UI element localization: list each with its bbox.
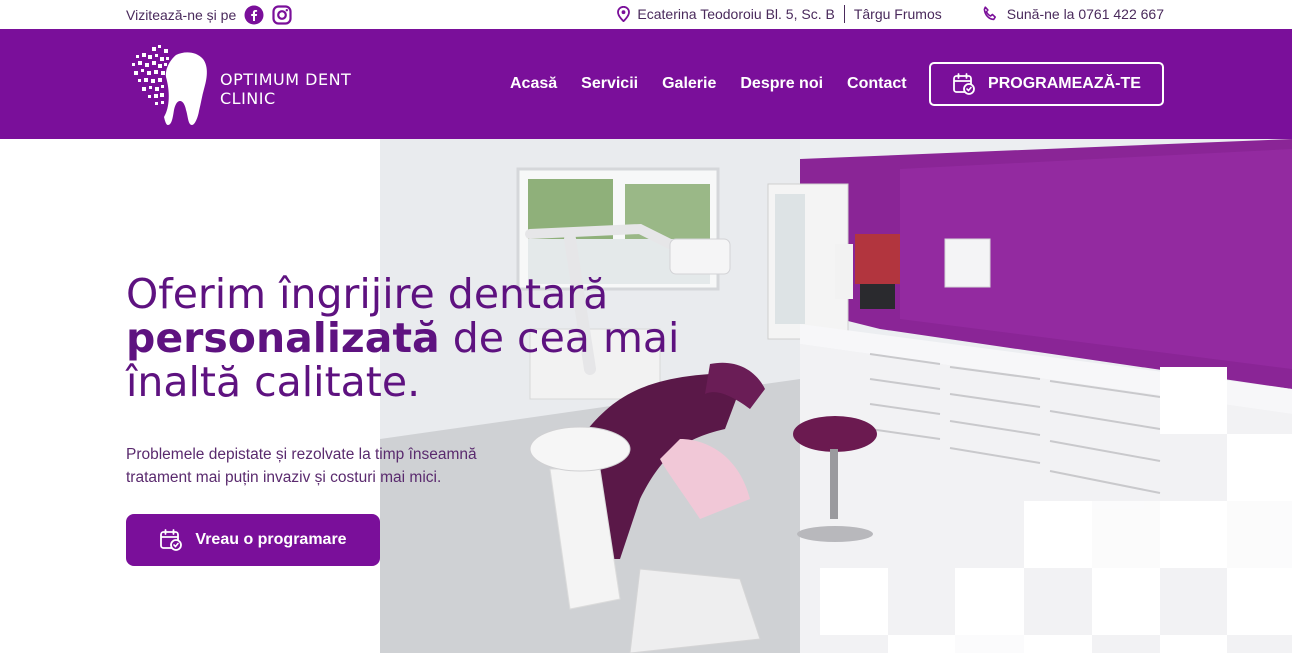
social-links: Vizitează-ne și pe [126,5,292,25]
book-appointment-button[interactable]: PROGRAMEAZĂ-TE [929,62,1164,106]
hero-headline: Oferim îngrijire dentară personalizată d… [126,272,746,404]
divider [843,5,845,23]
tooth-logo-icon [132,45,207,125]
location-pin-icon [617,6,631,22]
address-text: Ecaterina Teodoroiu Bl. 5, Sc. B [637,6,835,22]
facebook-icon[interactable] [244,5,264,25]
calendar-check-icon [160,529,183,551]
book-appointment-label: PROGRAMEAZĂ-TE [988,75,1141,92]
phone-link[interactable]: Sună-ne la 0761 422 667 [982,6,1164,22]
clinic-logo[interactable]: OPTIMUM DENT CLINIC [128,41,368,131]
contact-info: Ecaterina Teodoroiu Bl. 5, Sc. B Târgu F… [617,5,1164,23]
hero-subtext: Problemele depistate și rezolvate la tim… [126,446,477,486]
nav-item-contact[interactable]: Contact [847,75,907,93]
nav-item-services[interactable]: Servicii [581,75,638,93]
main-nav: Acasă Servicii Galerie Despre noi Contac… [510,75,907,93]
hero-headline-block: Oferim îngrijire dentară personalizată d… [126,272,746,404]
phone-icon [983,6,996,21]
headline-bold: personalizată [126,314,440,362]
top-info-bar: Vizitează-ne și pe Ecaterina Teodoroiu B… [0,0,1292,29]
headline-part-1: Oferim îngrijire dentară [126,270,609,318]
social-label: Vizitează-ne și pe [126,7,237,23]
phone-text: Sună-ne la 0761 422 667 [1006,6,1164,22]
request-appointment-label: Vreau o programare [195,531,347,548]
logo-line-2: CLINIC [220,89,276,108]
logo-line-1: OPTIMUM DENT [220,70,352,89]
city-text: Târgu Frumos [853,6,942,22]
nav-item-gallery[interactable]: Galerie [662,75,716,93]
nav-item-about[interactable]: Despre noi [740,75,823,93]
main-header: OPTIMUM DENT CLINIC Acasă Servicii Galer… [0,29,1292,139]
calendar-check-icon [953,73,975,95]
request-appointment-button[interactable]: Vreau o programare [126,514,380,566]
instagram-icon[interactable] [272,5,292,25]
nav-item-home[interactable]: Acasă [510,75,557,93]
address[interactable]: Ecaterina Teodoroiu Bl. 5, Sc. B [617,6,835,22]
logo-text: OPTIMUM DENT CLINIC [220,70,351,108]
